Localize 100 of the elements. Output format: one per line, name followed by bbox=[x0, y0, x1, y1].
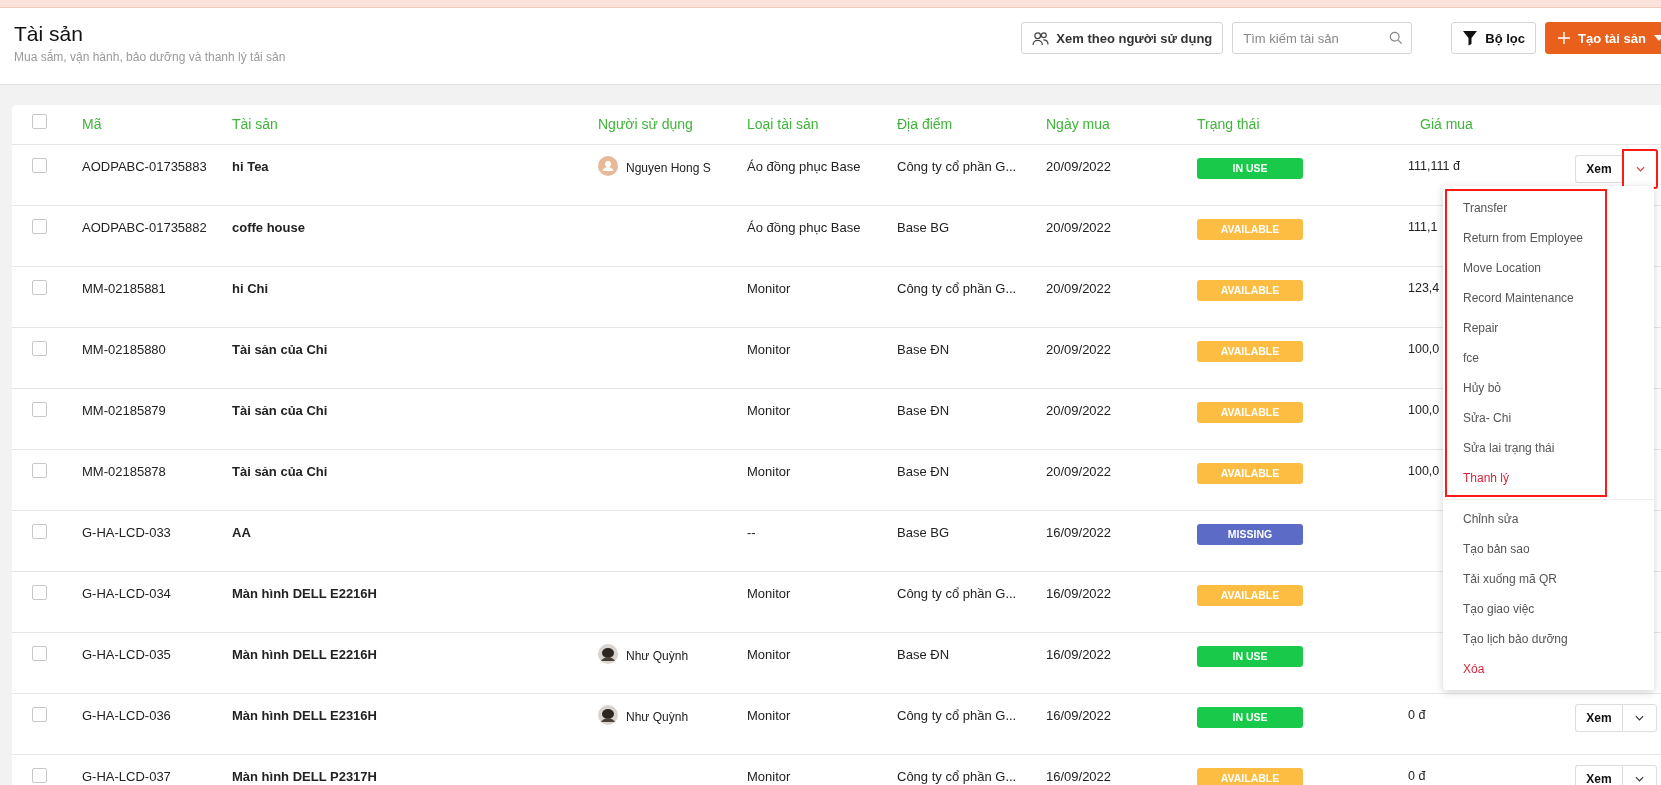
asset-name: Màn hình DELL E2216H bbox=[232, 586, 377, 601]
purchase-date: 16/09/2022 bbox=[1046, 708, 1112, 723]
status-badge: MISSING bbox=[1197, 524, 1303, 545]
asset-code: MM-02185881 bbox=[82, 281, 166, 296]
asset-name: Màn hình DELL E2216H bbox=[232, 647, 377, 662]
asset-name: AA bbox=[232, 525, 251, 540]
asset-type: Monitor bbox=[747, 464, 791, 479]
asset-type: Monitor bbox=[747, 769, 791, 784]
asset-location: Base BG bbox=[897, 525, 950, 540]
asset-code: AODPABC-01735882 bbox=[82, 220, 207, 235]
asset-code: G-HA-LCD-037 bbox=[82, 769, 171, 784]
asset-type: Áo đồng phục Base bbox=[747, 220, 861, 235]
menu-item[interactable]: Tạo giao việc bbox=[1445, 594, 1652, 624]
asset-code: G-HA-LCD-033 bbox=[82, 525, 171, 540]
asset-location: Công ty cổ phần G... bbox=[897, 769, 1017, 784]
view-button[interactable]: Xem bbox=[1575, 765, 1622, 785]
asset-type: Monitor bbox=[747, 708, 791, 723]
view-by-user-button[interactable]: Xem theo người sử dụng bbox=[1021, 22, 1224, 54]
menu-item[interactable]: Transfer bbox=[1447, 193, 1605, 223]
menu-item[interactable]: Thanh lý bbox=[1447, 463, 1605, 493]
asset-name: Màn hình DELL E2316H bbox=[232, 708, 377, 723]
purchase-date: 16/09/2022 bbox=[1046, 769, 1112, 784]
asset-location: Công ty cổ phần G... bbox=[897, 281, 1017, 296]
user-name: Nguyen Hong S bbox=[626, 160, 711, 175]
menu-item[interactable]: Repair bbox=[1447, 313, 1605, 343]
asset-type: Monitor bbox=[747, 647, 791, 662]
purchase-date: 20/09/2022 bbox=[1046, 281, 1112, 296]
purchase-date: 20/09/2022 bbox=[1046, 220, 1112, 235]
menu-item[interactable]: Hủy bỏ bbox=[1447, 373, 1605, 403]
menu-item[interactable]: Sửa- Chi bbox=[1447, 403, 1605, 433]
menu-item[interactable]: fce bbox=[1447, 343, 1605, 373]
purchase-price: 100,0 bbox=[1408, 464, 1440, 478]
purchase-price: 111,1 bbox=[1408, 220, 1438, 234]
asset-type: Monitor bbox=[747, 342, 791, 357]
menu-item[interactable]: Sửa lai trạng thái bbox=[1447, 433, 1605, 463]
column-header: Giá mua bbox=[1420, 116, 1473, 132]
asset-name: Màn hình DELL P2317H bbox=[232, 769, 377, 784]
view-button[interactable]: Xem bbox=[1575, 155, 1622, 183]
asset-code: G-HA-LCD-036 bbox=[82, 708, 171, 723]
purchase-price: 100,0 bbox=[1408, 403, 1440, 417]
asset-type: Monitor bbox=[747, 403, 791, 418]
asset-name: Tài sản của Chi bbox=[232, 403, 328, 418]
column-header: Loại tài sản bbox=[747, 116, 819, 132]
asset-type: Áo đồng phục Base bbox=[747, 159, 861, 174]
menu-item[interactable]: Move Location bbox=[1447, 253, 1605, 283]
asset-location: Base ĐN bbox=[897, 342, 950, 357]
column-header: Địa điểm bbox=[897, 116, 953, 132]
asset-location: Base ĐN bbox=[897, 464, 950, 479]
purchase-date: 20/09/2022 bbox=[1046, 403, 1112, 418]
status-badge: AVAILABLE bbox=[1197, 280, 1303, 301]
asset-name: Tài sản của Chi bbox=[232, 342, 328, 357]
status-badge: AVAILABLE bbox=[1197, 768, 1303, 785]
purchase-date: 16/09/2022 bbox=[1046, 586, 1112, 601]
status-badge: AVAILABLE bbox=[1197, 219, 1303, 240]
menu-item[interactable]: Tạo lịch bảo dưỡng bbox=[1445, 624, 1652, 654]
asset-code: G-HA-LCD-035 bbox=[82, 647, 171, 662]
asset-name: hi Tea bbox=[232, 159, 269, 174]
column-header: Mã bbox=[82, 116, 102, 132]
purchase-date: 16/09/2022 bbox=[1046, 525, 1112, 540]
menu-item[interactable]: Xóa bbox=[1445, 654, 1652, 684]
column-header: Tài sản bbox=[232, 116, 278, 132]
menu-item[interactable]: Chỉnh sửa bbox=[1445, 504, 1652, 534]
asset-code: MM-02185878 bbox=[82, 464, 166, 479]
asset-location: Công ty cổ phần G... bbox=[897, 159, 1017, 174]
page-subtitle: Mua sắm, vận hành, bảo dưỡng và thanh lý tải sản bbox=[14, 50, 286, 64]
column-header: Ngày mua bbox=[1046, 116, 1110, 132]
status-badge: AVAILABLE bbox=[1197, 585, 1303, 606]
asset-location: Base ĐN bbox=[897, 403, 950, 418]
status-badge: AVAILABLE bbox=[1197, 341, 1303, 362]
column-header: Trạng thái bbox=[1197, 116, 1260, 132]
asset-type: Monitor bbox=[747, 281, 791, 296]
purchase-price: 0 đ bbox=[1408, 769, 1426, 783]
menu-item[interactable]: Record Maintenance bbox=[1447, 283, 1605, 313]
menu-item[interactable]: Tạo bản sao bbox=[1445, 534, 1652, 564]
status-badge: IN USE bbox=[1197, 158, 1303, 179]
purchase-price: 0 đ bbox=[1408, 708, 1426, 722]
asset-location: Base ĐN bbox=[897, 647, 950, 662]
user-name: Như Quỳnh bbox=[626, 709, 689, 724]
asset-location: Công ty cổ phần G... bbox=[897, 586, 1017, 601]
asset-type: -- bbox=[747, 525, 756, 540]
user-name: Như Quỳnh bbox=[626, 648, 689, 663]
menu-item[interactable]: Return from Employee bbox=[1447, 223, 1605, 253]
status-badge: AVAILABLE bbox=[1197, 463, 1303, 484]
purchase-date: 20/09/2022 bbox=[1046, 159, 1112, 174]
filter-button[interactable]: Bộ lọc bbox=[1451, 22, 1536, 54]
purchase-date: 20/09/2022 bbox=[1046, 464, 1112, 479]
menu-item[interactable]: Tải xuống mã QR bbox=[1445, 564, 1652, 594]
status-badge: IN USE bbox=[1197, 707, 1303, 728]
status-badge: IN USE bbox=[1197, 646, 1303, 667]
asset-code: MM-02185880 bbox=[82, 342, 166, 357]
search-field[interactable]: Tìm kiếm tài sản bbox=[1232, 22, 1413, 54]
purchase-price: 111,111 đ bbox=[1408, 159, 1460, 173]
purchase-price: 100,0 bbox=[1408, 342, 1440, 356]
asset-location: Base BG bbox=[897, 220, 950, 235]
status-badge: AVAILABLE bbox=[1197, 402, 1303, 423]
column-header: Người sử dụng bbox=[598, 116, 693, 132]
purchase-price: 123,4 bbox=[1408, 281, 1440, 295]
view-button[interactable]: Xem bbox=[1575, 704, 1622, 732]
asset-code: AODPABC-01735883 bbox=[82, 159, 207, 174]
asset-code: MM-02185879 bbox=[82, 403, 166, 418]
